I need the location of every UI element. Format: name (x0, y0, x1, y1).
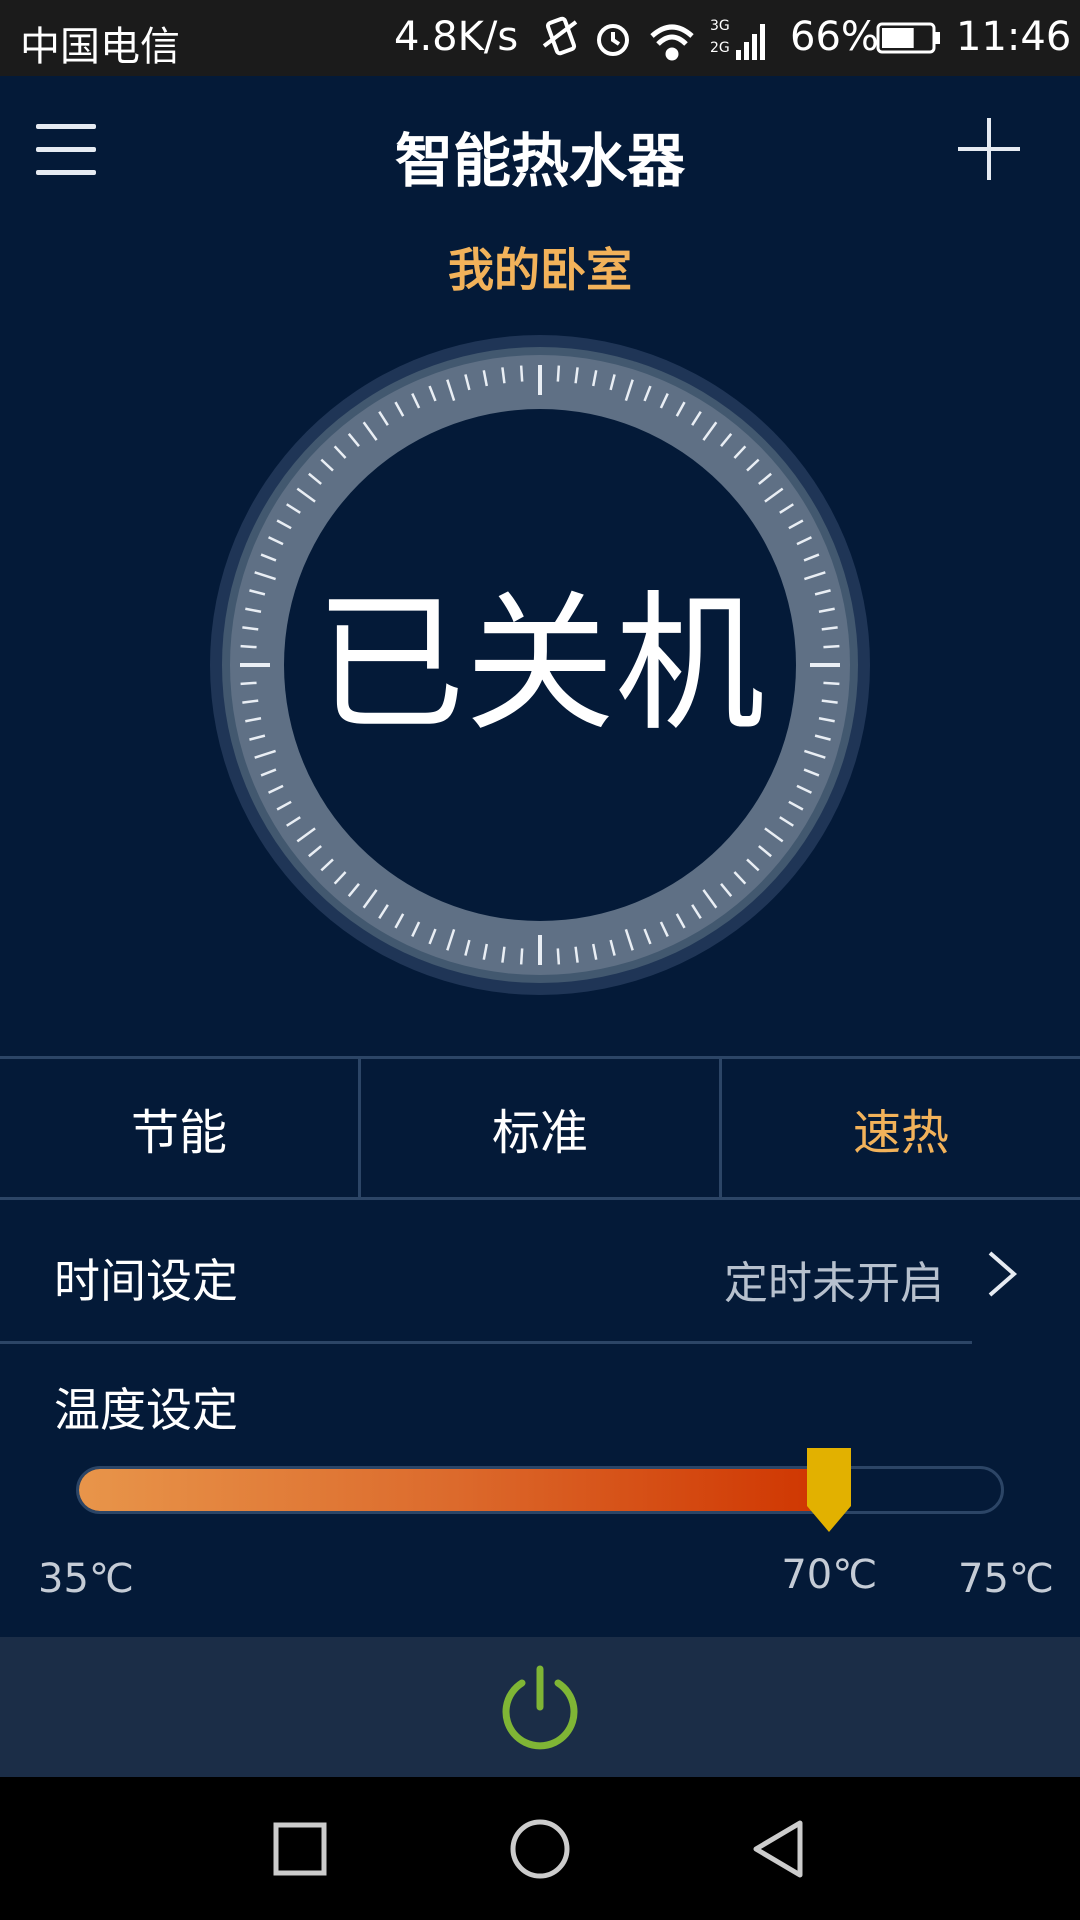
battery-percent: 66% (790, 14, 879, 60)
room-name[interactable]: 我的卧室 (0, 234, 1080, 300)
mode-tab-energy-saving[interactable]: 节能 (0, 1059, 361, 1197)
divider (0, 1341, 972, 1344)
temperature-current-label: 70℃ (781, 1552, 878, 1598)
signal-icon: 3G 2G (710, 18, 765, 60)
mode-selector: 节能 标准 速热 (0, 1056, 1080, 1200)
power-bar (0, 1637, 1080, 1777)
triangle-back-icon[interactable] (748, 1817, 812, 1881)
dial-tick (519, 948, 524, 965)
carrier-name: 中国电信 (20, 24, 180, 70)
vibrate-icon (542, 16, 578, 56)
status-bar: 中国电信 4.8K/s 3G 2G 66% 11:46 (0, 0, 1080, 76)
dial-tick (556, 948, 561, 965)
time-setting-value: 定时未开启 (724, 1258, 944, 1309)
mode-tab-standard[interactable]: 标准 (361, 1059, 722, 1197)
app-header: 智能热水器 (0, 76, 1080, 226)
temperature-min-label: 35℃ (38, 1556, 134, 1602)
square-icon[interactable] (268, 1817, 332, 1881)
network-speed: 4.8K/s (394, 14, 519, 60)
dial-tick (556, 365, 561, 382)
page-title: 智能热水器 (394, 127, 685, 195)
alarm-icon (597, 24, 629, 56)
dial-tick (519, 365, 524, 382)
temperature-slider-thumb[interactable] (805, 1446, 853, 1534)
temperature-setting-label: 温度设定 (54, 1383, 238, 1437)
svg-text:3G: 3G (710, 18, 730, 34)
svg-text:2G: 2G (710, 40, 730, 56)
time-setting-label: 时间设定 (54, 1254, 238, 1308)
temperature-slider[interactable] (76, 1466, 1004, 1514)
wifi-icon (650, 24, 694, 61)
plus-icon[interactable] (958, 118, 1020, 180)
system-nav-bar (0, 1777, 1080, 1920)
time-setting-row[interactable]: 时间设定 定时未开启 (0, 1203, 1080, 1343)
clock: 11:46 (956, 14, 1072, 60)
status-icons: 3G 2G (542, 16, 765, 61)
mode-tab-quick-heat[interactable]: 速热 (722, 1059, 1080, 1197)
power-icon[interactable] (492, 1661, 588, 1757)
battery-icon (876, 22, 940, 54)
device-status: 已关机 (314, 578, 765, 752)
circle-icon[interactable] (508, 1817, 572, 1881)
temperature-slider-fill (79, 1469, 830, 1511)
temperature-max-label: 75℃ (958, 1556, 1054, 1602)
chevron-right-icon (988, 1251, 1018, 1297)
